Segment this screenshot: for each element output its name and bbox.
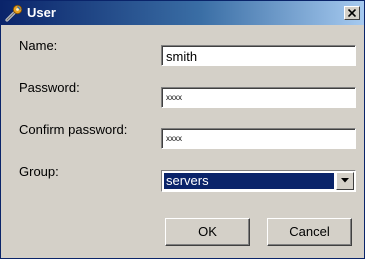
confirm-password-field[interactable]: xxxx bbox=[161, 128, 356, 149]
title-bar[interactable]: User bbox=[1, 1, 364, 25]
name-label: Name: bbox=[19, 38, 58, 53]
ok-button[interactable]: OK bbox=[165, 218, 250, 246]
group-dropdown-button[interactable] bbox=[336, 172, 354, 190]
name-field[interactable]: smith bbox=[161, 45, 356, 66]
password-label: Password: bbox=[19, 80, 80, 95]
cancel-button[interactable]: Cancel bbox=[267, 218, 352, 246]
close-button[interactable] bbox=[344, 6, 360, 20]
wrench-icon bbox=[4, 3, 24, 23]
user-dialog: User Name: smith Password: xxxx Confirm … bbox=[0, 0, 365, 259]
window-title: User bbox=[27, 5, 56, 20]
chevron-down-icon bbox=[341, 178, 349, 183]
group-label: Group: bbox=[19, 164, 59, 179]
confirm-password-label: Confirm password: bbox=[19, 122, 128, 137]
group-select[interactable]: servers bbox=[161, 170, 356, 192]
group-selected-value: servers bbox=[164, 173, 334, 189]
password-field[interactable]: xxxx bbox=[161, 87, 356, 108]
close-icon bbox=[348, 9, 356, 17]
